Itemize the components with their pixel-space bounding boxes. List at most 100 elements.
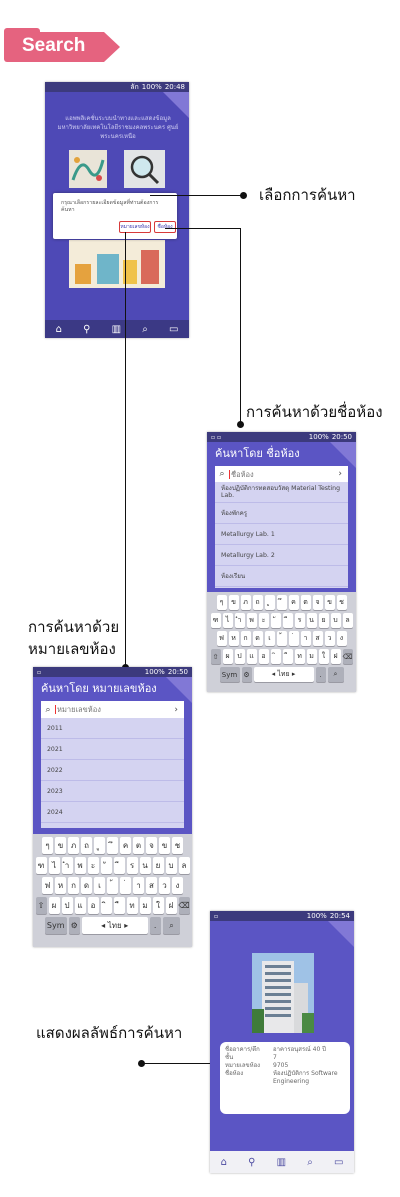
keyboard-key[interactable]: ก [240,631,251,646]
book-icon[interactable]: ▭ [334,1157,343,1168]
list-item[interactable]: Metallurgy Lab. 2 [215,545,348,566]
keyboard-key[interactable]: ⌫ [178,897,190,914]
location-icon[interactable]: ⚲ [248,1157,255,1168]
keyboard-key[interactable]: ค [288,595,299,610]
keyboard-key[interactable]: ไ [222,613,233,628]
settings-gear-icon[interactable]: ⚙ [68,917,80,934]
keyboard-key[interactable]: ั [270,613,281,628]
keyboard-key[interactable]: ใ [318,649,329,664]
keyboard-key[interactable]: ช [172,837,183,854]
keyboard-key[interactable]: า [300,631,311,646]
search-key[interactable]: ⌕ [327,667,344,682]
book-icon[interactable]: ▭ [169,324,178,335]
keyboard-key[interactable]: ย [152,857,164,874]
search-input[interactable] [57,705,147,714]
keyboard-key[interactable]: อ [87,897,99,914]
keyboard-key[interactable]: ข [228,595,239,610]
keyboard-key[interactable]: ฟ [216,631,227,646]
search-icon[interactable]: ⌕ [307,1157,313,1168]
keyboard-key[interactable]: ถ [252,595,263,610]
keyboard-key[interactable]: ผ [222,649,233,664]
list-item[interactable]: ห้องเรียน [215,566,348,587]
keyboard-key[interactable]: ฑ [35,857,47,874]
keyboard-key[interactable]: ข [55,837,66,854]
keyboard-key[interactable]: ร [294,613,305,628]
keyboard-key[interactable]: ไ [48,857,60,874]
keyboard-key[interactable]: ⌫ [342,649,353,664]
keyboard-key[interactable]: ำ [234,613,245,628]
map-icon[interactable]: ▥ [112,324,121,335]
keyboard-key[interactable]: ฟ [42,877,53,894]
keyboard-key[interactable]: ภ [240,595,251,610]
list-item[interactable]: ห้องพักครู [215,503,348,524]
keyboard-key[interactable]: แ [74,897,86,914]
list-item[interactable]: 2024 [41,802,184,823]
search-icon[interactable]: ⌕ [142,324,148,335]
dot-key[interactable]: . [315,667,326,682]
keyboard-key[interactable]: ห [55,877,66,894]
keyboard-key[interactable]: ผ [48,897,60,914]
keyboard-key[interactable]: ม [306,649,317,664]
keyboard-key[interactable]: ะ [258,613,269,628]
keyboard-key[interactable]: ฑ [210,613,221,628]
keyboard-key[interactable]: ก [68,877,79,894]
keyboard-key[interactable]: ห [228,631,239,646]
list-item[interactable]: 2011 [41,718,184,739]
keyboard-key[interactable]: ่ [288,631,299,646]
keyboard-key[interactable]: ม [139,897,151,914]
keyboard-key[interactable]: น [139,857,151,874]
keyboard-key[interactable]: ะ [87,857,99,874]
keyboard-key[interactable]: ล [178,857,190,874]
keyboard-key[interactable]: ภ [68,837,79,854]
keyboard-key[interactable]: ล [342,613,353,628]
keyboard-key[interactable]: พ [74,857,86,874]
keyboard-key[interactable]: า [133,877,144,894]
keyboard-key[interactable]: ด [81,877,92,894]
room-number-button[interactable]: หมายเลขห้อง [119,221,151,233]
keyboard-key[interactable]: ว [324,631,335,646]
keyboard-key[interactable]: แ [246,649,257,664]
keyboard-key[interactable]: ิ [270,649,281,664]
keyboard-key[interactable]: ู [94,837,105,854]
keyboard-key[interactable]: ง [336,631,347,646]
keyboard-key[interactable]: ย [318,613,329,628]
keyboard-key[interactable]: ป [234,649,245,664]
location-icon[interactable]: ⚲ [83,324,90,335]
keyboard-key[interactable]: ้ [107,877,118,894]
keyboard-key[interactable]: จ [146,837,157,854]
settings-gear-icon[interactable]: ⚙ [241,667,252,682]
keyboard-key[interactable]: ร [126,857,138,874]
sym-key[interactable]: Sym [219,667,240,682]
keyboard-key[interactable]: ท [126,897,138,914]
keyboard-key[interactable]: บ [330,613,341,628]
search-input[interactable] [231,469,311,479]
keyboard-key[interactable]: ู [264,595,275,610]
home-icon[interactable]: ⌂ [56,324,62,335]
keyboard-key[interactable]: ๆ [42,837,53,854]
keyboard-key[interactable]: ⇧ [35,897,47,914]
keyboard-key[interactable]: ⇧ [210,649,221,664]
sym-key[interactable]: Sym [44,917,67,934]
keyboard-key[interactable]: ๆ [216,595,227,610]
keyboard-key[interactable]: ส [146,877,157,894]
keyboard-key[interactable]: ิ [100,897,112,914]
keyboard-key[interactable]: ถ [81,837,92,854]
keyboard-key[interactable]: ต [133,837,144,854]
keyboard-key[interactable]: ึ [107,837,118,854]
space-key[interactable]: ◂ ไทย ▸ [81,917,148,934]
keyboard-key[interactable]: ต [300,595,311,610]
keyboard-key[interactable]: ป [61,897,73,914]
keyboard-key[interactable]: ส [312,631,323,646]
keyboard-key[interactable]: ึ [276,595,287,610]
home-icon[interactable]: ⌂ [221,1157,227,1168]
search-key[interactable]: ⌕ [162,917,181,934]
list-item[interactable]: 2023 [41,781,184,802]
keyboard-key[interactable]: ท [294,649,305,664]
keyboard-key[interactable]: ี [282,613,293,628]
keyboard-key[interactable]: ้ [276,631,287,646]
room-name-button[interactable]: ชื่อห้อง [154,221,176,233]
list-item[interactable]: ห้องปฏิบัติการทดสอบวัสดุ Material Testin… [215,482,348,503]
list-item[interactable]: 2022 [41,760,184,781]
map-icon[interactable]: ▥ [277,1157,286,1168]
keyboard-key[interactable]: ่ [120,877,131,894]
